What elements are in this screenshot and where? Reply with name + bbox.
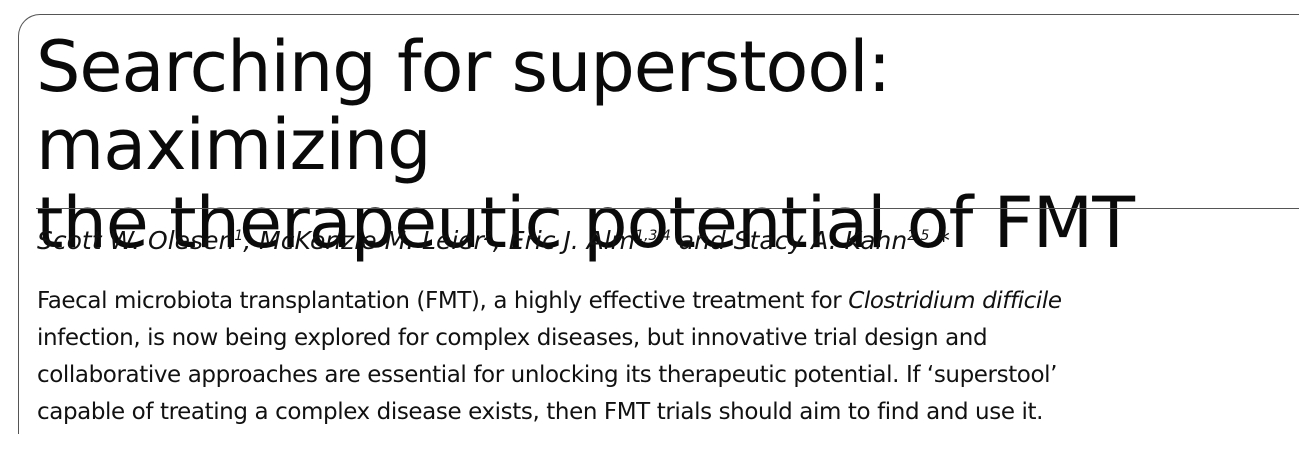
corresponding-author-mark: * xyxy=(929,226,950,255)
title-divider xyxy=(36,208,1299,209)
author-separator: , xyxy=(492,226,509,255)
author-affiliation: 1 xyxy=(234,228,244,244)
abstract-line-2: infection, is now being explored for com… xyxy=(37,325,988,351)
abstract-text: Faecal microbiota transplantation (FMT),… xyxy=(37,288,849,314)
author-separator: , xyxy=(243,226,260,255)
author-affiliation: 2,5 xyxy=(907,228,930,244)
abstract-line-1: Faecal microbiota transplantation (FMT),… xyxy=(37,283,1062,320)
abstract-line-3: collaborative approaches are essential f… xyxy=(37,362,1058,388)
author-affiliation: 2 xyxy=(483,228,493,244)
species-name: Clostridium difficile xyxy=(848,288,1062,314)
author-list: Scott W. Olesen1, McKenzie M. Leier2, Er… xyxy=(37,224,950,258)
author-name: Stacy A. Kahn xyxy=(733,226,908,255)
author-name: McKenzie M. Leier xyxy=(259,226,484,255)
author-separator: and xyxy=(670,226,734,255)
author-name: Scott W. Olesen xyxy=(37,226,235,255)
author-affiliation: 1,3,4 xyxy=(635,228,671,244)
abstract: Faecal microbiota transplantation (FMT),… xyxy=(37,283,1062,431)
title-line-1: Searching for superstool: maximizing xyxy=(36,26,891,186)
abstract-line-4: capable of treating a complex disease ex… xyxy=(37,399,1043,425)
author-name: Eric J. Alm xyxy=(508,226,636,255)
